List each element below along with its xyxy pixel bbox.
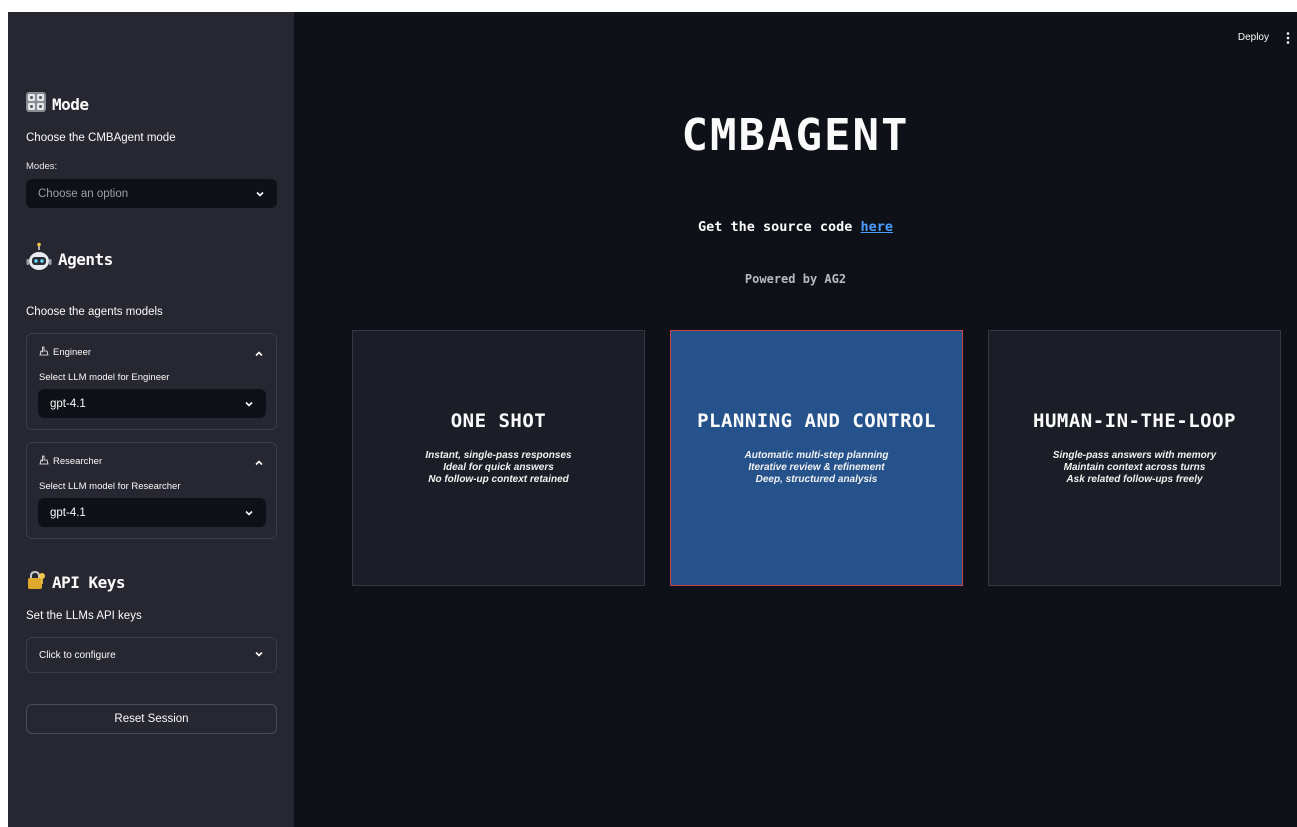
card-title: HUMAN-IN-THE-LOOP [1033,410,1236,432]
chevron-up-icon[interactable] [254,344,264,363]
mode-card-one-shot[interactable]: ONE SHOT Instant, single-pass responses … [352,330,645,586]
card-line: Ideal for quick answers [443,462,554,473]
powered-by: Powered by AG2 [744,272,847,286]
modes-label: Modes: [26,161,58,172]
researcher-model-value: gpt-4.1 [50,506,86,519]
engineer-model-select[interactable]: gpt-4.1 [38,389,266,418]
app-window: Mode Choose the CMBAgent mode Modes: Cho… [8,12,1297,827]
researcher-title: Researcher [53,456,103,467]
sidebar: Mode Choose the CMBAgent mode Modes: Cho… [8,12,294,827]
chevron-down-icon [244,399,254,409]
card-line: Iterative review & refinement [748,462,885,473]
source-prefix: Get the source code [697,219,861,235]
researcher-select-label: Select LLM model for Researcher [39,481,181,492]
card-line: Deep, structured analysis [755,474,878,485]
agents-heading-text: Agents [58,249,113,269]
page-title: CMBAGENT [681,110,910,161]
agents-description: Choose the agents models [26,306,163,318]
researcher-expander-header[interactable]: Researcher [39,455,102,468]
mode-icon [26,92,46,116]
api-keys-description: Set the LLMs API keys [26,610,142,622]
engineer-expander-header[interactable]: Engineer [39,346,91,359]
mode-card-planning-and-control[interactable]: PLANNING AND CONTROL Automatic multi-ste… [670,330,963,586]
menu-dots-icon[interactable] [1285,30,1291,44]
mode-select[interactable]: Choose an option [26,179,277,208]
engineer-expander: Engineer Select LLM model for Engineer g… [26,333,277,430]
chevron-down-icon [255,189,265,199]
engineer-select-label: Select LLM model for Engineer [39,372,170,383]
source-link[interactable]: here [861,219,894,235]
mode-heading-text: Mode [52,94,89,114]
reset-session-button[interactable]: Reset Session [26,704,277,734]
engineer-title: Engineer [53,347,92,358]
mode-heading: Mode [26,92,89,116]
chevron-down-icon [244,508,254,518]
card-title: ONE SHOT [450,410,547,432]
mode-card-human-in-the-loop[interactable]: HUMAN-IN-THE-LOOP Single-pass answers wi… [988,330,1281,586]
card-line: Instant, single-pass responses [425,450,572,461]
mode-select-placeholder: Choose an option [38,187,129,200]
chevron-down-icon [254,649,264,662]
api-keys-heading: API Keys [26,570,126,594]
lock-icon [26,570,46,594]
chevron-up-icon[interactable] [254,453,264,472]
source-code-line: Get the source code here [294,219,1297,235]
hand-icon [39,455,49,468]
card-title: PLANNING AND CONTROL [697,410,936,432]
hand-icon [39,346,49,359]
researcher-expander: Researcher Select LLM model for Research… [26,442,277,539]
api-keys-expander-label: Click to configure [39,649,116,661]
api-keys-heading-text: API Keys [52,572,126,592]
robot-icon [26,242,52,276]
card-line: Single-pass answers with memory [1052,450,1217,461]
card-line: Automatic multi-step planning [744,450,889,461]
deploy-button[interactable]: Deploy [1238,32,1269,43]
card-line: No follow-up context retained [428,474,569,485]
engineer-model-value: gpt-4.1 [50,397,86,410]
mode-description: Choose the CMBAgent mode [26,132,176,144]
api-keys-expander[interactable]: Click to configure [26,637,277,673]
card-line: Ask related follow-ups freely [1066,474,1203,485]
card-line: Maintain context across turns [1063,462,1206,473]
researcher-model-select[interactable]: gpt-4.1 [38,498,266,527]
agents-heading: Agents [26,242,113,276]
